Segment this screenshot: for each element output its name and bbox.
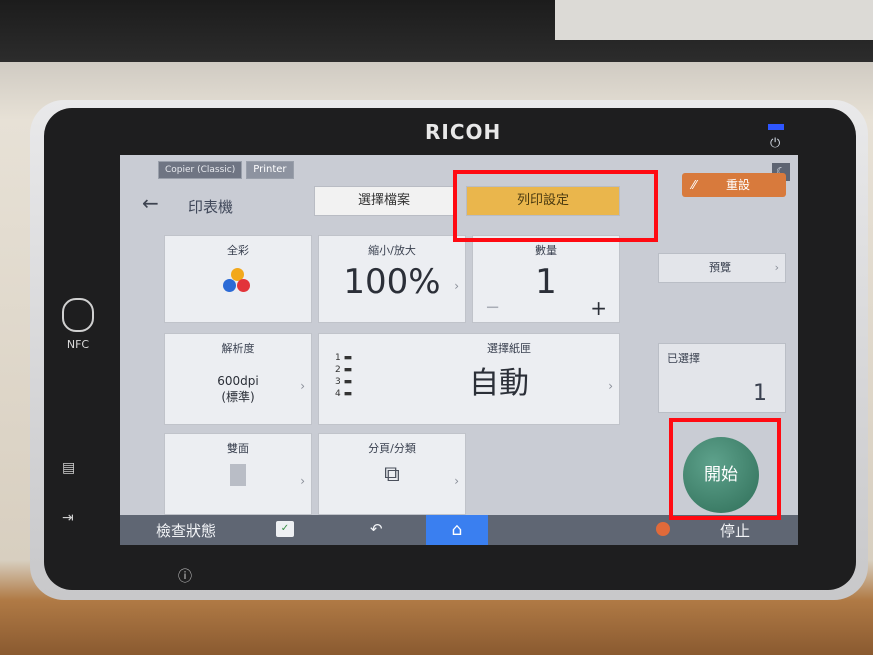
paper-tray-value: 自動: [469, 366, 529, 401]
chevron-right-icon: ›: [608, 379, 613, 393]
tray-item: 4 ▬: [335, 389, 353, 399]
quantity-minus-button[interactable]: −: [485, 297, 500, 318]
home-button[interactable]: ⌂: [426, 515, 488, 545]
resolution-sub: (標準): [221, 390, 255, 404]
reset-label: 重設: [726, 178, 751, 192]
selected-label: 已選擇: [667, 352, 700, 365]
resolution-value: 600dpi: [217, 374, 259, 388]
chevron-right-icon: ›: [454, 474, 459, 488]
selected-count: 1: [753, 381, 767, 406]
tray-item: 3 ▬: [335, 377, 353, 387]
quantity-tile: 數量 1 − +: [472, 235, 620, 323]
preview-label: 預覽: [709, 261, 731, 274]
back-arrow-icon[interactable]: ←: [142, 191, 159, 215]
sort-tile[interactable]: 分頁/分類 ⧉ ›: [318, 433, 466, 515]
home-icon: ⌂: [451, 520, 463, 540]
resolution-tile[interactable]: 解析度 600dpi (標準) ›: [164, 333, 312, 425]
tab-copier-classic[interactable]: Copier (Classic): [158, 161, 243, 179]
paper-tray-tile[interactable]: 選擇紙匣 1 ▬ 2 ▬ 3 ▬ 4 ▬ 自動 ›: [318, 333, 620, 425]
app-tabs: Copier (Classic) Printer: [158, 161, 294, 179]
paper-tray-background: [555, 0, 873, 40]
quantity-label: 數量: [535, 244, 557, 257]
resolution-label: 解析度: [221, 342, 255, 355]
highlight-box-start: [669, 418, 781, 520]
duplex-tile[interactable]: 雙面 ›: [164, 433, 312, 515]
data-in-icon: ▤: [62, 460, 76, 476]
full-color-icon: [223, 268, 253, 298]
sort-stack-icon: ⧉: [384, 462, 400, 487]
duplex-icon: [230, 464, 246, 486]
chevron-right-icon: ›: [454, 279, 459, 293]
undo-icon[interactable]: ↶: [370, 520, 383, 538]
highlight-box-print-settings: [453, 170, 658, 242]
check-status-button[interactable]: 檢查狀態: [156, 520, 216, 541]
tray-item: 2 ▬: [335, 365, 353, 375]
status-ok-icon[interactable]: ✓: [276, 521, 294, 537]
reset-button[interactable]: ⁄⁄ 重設: [682, 173, 786, 197]
nfc-reader: NFC: [58, 298, 98, 351]
duplex-label: 雙面: [227, 442, 249, 455]
power-led: [768, 124, 784, 130]
preview-button[interactable]: 預覽 ›: [658, 253, 786, 283]
stop-indicator-icon: [656, 522, 670, 536]
nfc-icon: [62, 298, 94, 332]
reset-icon: ⁄⁄: [692, 178, 697, 192]
tray-list: 1 ▬ 2 ▬ 3 ▬ 4 ▬: [335, 352, 352, 400]
info-icon: ⓘ: [178, 569, 192, 585]
tray-item: 1 ▬: [335, 353, 353, 363]
chevron-right-icon: ›: [300, 379, 305, 393]
color-mode-label: 全彩: [227, 244, 249, 257]
zoom-tile[interactable]: 縮小/放大 100% ›: [318, 235, 466, 323]
paper-tray-label: 選擇紙匣: [487, 342, 531, 355]
zoom-value: 100%: [343, 262, 441, 302]
select-file-button[interactable]: 選擇檔案: [314, 186, 454, 216]
background-top: [0, 0, 873, 62]
chevron-right-icon: ›: [300, 474, 305, 488]
stop-button[interactable]: 停止: [720, 520, 750, 541]
chevron-right-icon: ›: [774, 261, 779, 274]
zoom-label: 縮小/放大: [368, 244, 416, 257]
selected-count-panel[interactable]: 已選擇 1: [658, 343, 786, 413]
sort-label: 分頁/分類: [368, 442, 416, 455]
brand-logo: RICOH: [425, 120, 502, 144]
color-mode-tile[interactable]: 全彩: [164, 235, 312, 323]
power-icon[interactable]: ⏻: [770, 136, 780, 151]
nfc-label: NFC: [66, 338, 90, 351]
tab-printer[interactable]: Printer: [246, 161, 294, 179]
login-icon: ⇥: [62, 510, 74, 526]
page-title: 印表機: [188, 198, 234, 216]
quantity-plus-button[interactable]: +: [590, 296, 607, 320]
